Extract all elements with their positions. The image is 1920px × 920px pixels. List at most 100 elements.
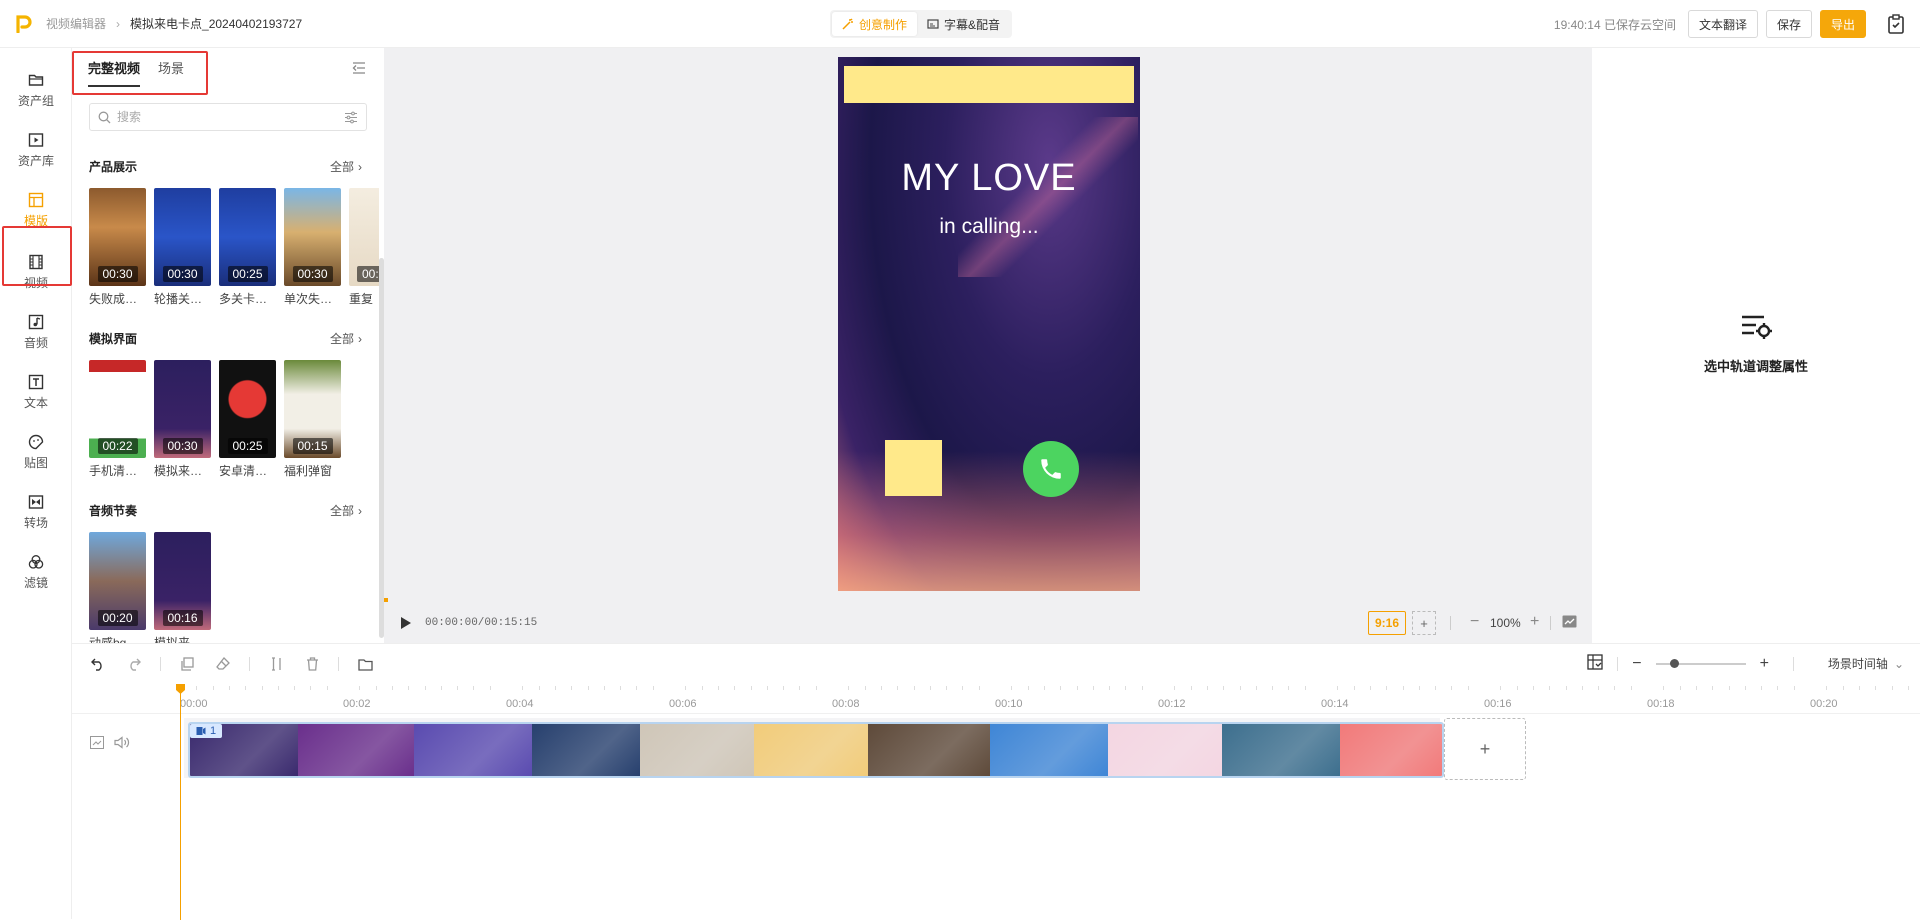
aspect-ratio-button[interactable]: 9:16 [1368,611,1406,635]
scene-clip[interactable] [868,724,990,776]
nav-filter[interactable]: 滤镜 [0,544,72,600]
breadcrumb-root[interactable]: 视频编辑器 [46,15,106,32]
template-card[interactable]: 00:20 动感bg… [89,532,146,643]
search-input[interactable] [117,110,338,124]
ruler-minor-tick [766,686,768,690]
scene-clip[interactable] [1107,724,1222,776]
scene-clip-strip[interactable] [188,722,1444,778]
add-ratio-button[interactable]: + [1412,611,1436,635]
collapse-panel-icon[interactable] [352,62,366,77]
placeholder-bar[interactable] [844,66,1134,103]
nav-label: 滤镜 [23,575,48,590]
template-card[interactable]: 00:30 轮播关… [154,188,211,307]
video-canvas[interactable]: MY LOVE in calling... [838,57,1140,591]
eraser-icon[interactable] [213,654,233,674]
canvas-subtitle[interactable]: in calling... [838,215,1140,239]
slider-knob[interactable] [1669,658,1679,668]
timeline-controls: − + 场景时间轴 ⌄ [1587,654,1904,673]
timeline-zoom-slider[interactable] [1655,658,1746,668]
scene-clip[interactable] [298,724,415,776]
phone-answer-icon[interactable] [1023,441,1079,497]
tab-full-video[interactable]: 完整视频 [88,58,141,87]
template-card[interactable]: 00: 重复 [349,188,379,307]
nav-asset-group[interactable]: 资产组 [0,62,72,118]
nav-transition[interactable]: 转场 [0,484,72,540]
nav-audio[interactable]: 音频 [0,304,72,360]
track-video-icon[interactable] [90,736,104,752]
play-icon[interactable] [400,616,412,633]
template-card[interactable]: 00:25 多关卡… [219,188,276,307]
placeholder-square[interactable] [885,440,942,496]
undo-icon[interactable] [88,654,108,674]
template-thumbnail: 00:25 [219,360,276,458]
section-all-link[interactable]: 全部 › [330,330,362,347]
preview-progress[interactable] [384,598,388,602]
nav-asset-library[interactable]: 资产库 [0,122,72,178]
nav-sticker[interactable]: 贴图 [0,424,72,480]
zoom-in-button[interactable]: + [1530,613,1539,631]
template-thumbnail: 00:30 [154,188,211,286]
split-icon[interactable] [266,654,286,674]
project-name[interactable]: 模拟来电卡点_20240402193727 [130,15,302,32]
fit-screen-icon[interactable] [1562,615,1577,631]
template-card[interactable]: 00:22 手机清… [89,360,146,479]
tab-scene[interactable]: 场景 [158,58,184,87]
delete-icon[interactable] [302,654,322,674]
scene-mode-select[interactable]: 场景时间轴 ⌄ [1828,655,1904,672]
folder-icon[interactable] [355,654,375,674]
template-name: 重复 [349,292,374,306]
template-card[interactable]: 00:30 模拟来… [154,360,211,479]
export-button[interactable]: 导出 [1819,10,1866,38]
template-row: 00:20 动感bg… 00:16 模拟来… [89,532,211,643]
zoom-out-button[interactable]: − [1470,613,1479,631]
ruler-minor-tick [1679,686,1681,690]
scene-clip[interactable] [414,724,532,776]
template-card[interactable]: 00:16 模拟来… [154,532,211,643]
app-logo[interactable] [14,14,34,34]
template-card[interactable]: 00:25 安卓清… [219,360,276,479]
ruler-minor-tick [1614,686,1616,690]
copy-icon[interactable] [177,654,197,674]
mode-subtitle[interactable]: 字幕&配音 [917,12,1010,36]
add-clip-button[interactable]: + [1444,718,1526,780]
breadcrumb: 视频编辑器 › 模拟来电卡点_20240402193727 [46,15,302,32]
ruler-minor-tick [1304,686,1306,690]
template-thumbnail: 00:30 [154,360,211,458]
scene-clip[interactable] [531,724,641,776]
ruler-minor-tick [1353,686,1355,690]
ruler-minor-tick [261,686,263,690]
timeline: − + 场景时间轴 ⌄ 00:00 00:02 00:04 00:06 00:08 00:… [72,643,1920,920]
scene-clip[interactable] [754,724,869,776]
template-card[interactable]: 00:15 福利弹窗 [284,360,341,479]
ruler-minor-tick [1777,686,1779,690]
scene-clip[interactable] [989,724,1108,776]
scene-clip[interactable] [1221,724,1340,776]
ruler-minor-tick [228,686,230,690]
panel-tabs: 完整视频 场景 [88,58,184,87]
section-all-link[interactable]: 全部 › [330,158,362,175]
template-card[interactable]: 00:30 失败成… [89,188,146,307]
template-card[interactable]: 00:30 单次失… [284,188,341,307]
scene-clip[interactable] [640,724,755,776]
template-name: 手机清… [89,464,138,478]
nav-video[interactable]: 视频 [0,244,72,300]
translate-button[interactable]: 文本翻译 [1687,10,1758,38]
timeline-zoom-out[interactable]: − [1632,655,1641,673]
clipboard-check-icon[interactable] [1882,10,1910,38]
nav-template[interactable]: 模版 [0,182,72,238]
timeline-zoom-in[interactable]: + [1760,655,1769,673]
snap-icon[interactable] [1587,654,1603,673]
nav-text[interactable]: 文本 [0,364,72,420]
playhead[interactable] [176,684,185,920]
ruler-tick-label: 00:10 [995,698,1023,710]
duration-badge: 00:30 [97,266,138,282]
redo-icon[interactable] [124,654,144,674]
time-ruler[interactable]: 00:00 00:02 00:04 00:06 00:08 00:10 00:12 00:14… [72,686,1920,714]
save-button[interactable]: 保存 [1765,10,1812,38]
canvas-title[interactable]: MY LOVE [838,157,1140,200]
volume-icon[interactable] [114,736,130,752]
section-all-link[interactable]: 全部 › [330,502,362,519]
scene-clip[interactable] [1339,724,1442,776]
mode-creative[interactable]: 创意制作 [832,12,918,36]
filter-settings-icon[interactable] [344,111,358,124]
